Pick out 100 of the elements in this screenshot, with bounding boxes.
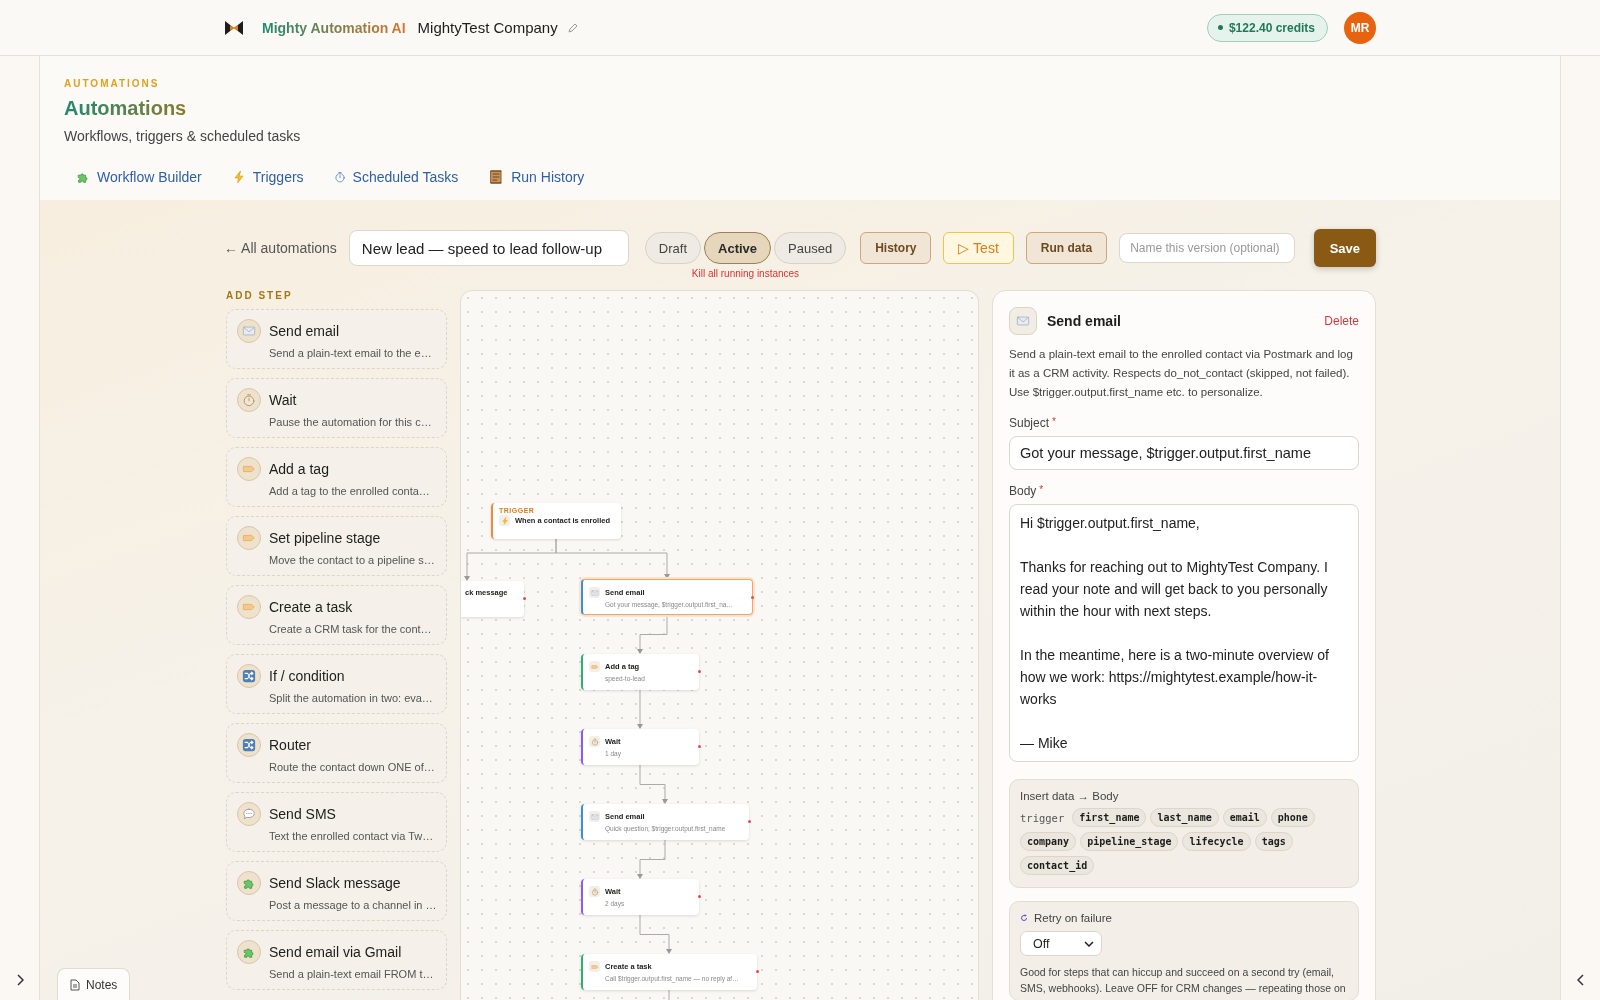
step-description: Pause the automation for this c… bbox=[269, 416, 433, 428]
back-link[interactable]: ← All automations bbox=[224, 240, 337, 256]
port-dot[interactable] bbox=[756, 970, 759, 973]
refresh-icon bbox=[1020, 914, 1028, 922]
port-dot[interactable] bbox=[698, 745, 701, 748]
step-title: Add a tag bbox=[269, 461, 330, 477]
step-card[interactable]: Send email via Gmail Send a plain-text email FROM t… bbox=[226, 930, 447, 990]
step-description: Send a plain-text email FROM t… bbox=[269, 968, 435, 980]
port-dot[interactable] bbox=[698, 670, 701, 673]
step-card[interactable]: Set pipeline stage Move the contact to a pipeline s… bbox=[226, 516, 447, 576]
step-card[interactable]: Add a tag Add a tag to the enrolled conta… bbox=[226, 447, 447, 507]
connector-arrow bbox=[639, 764, 668, 804]
port-dot[interactable] bbox=[748, 820, 751, 823]
step-description: Create a CRM task for the cont… bbox=[269, 623, 433, 635]
puzzle-icon bbox=[237, 940, 261, 964]
required-mark: * bbox=[1039, 484, 1044, 497]
required-mark: * bbox=[1052, 416, 1056, 429]
variable-chip[interactable]: phone bbox=[1270, 808, 1315, 827]
toolbar-button[interactable]: History bbox=[860, 232, 932, 264]
step-card[interactable]: Send SMS Text the enrolled contact via Tw… bbox=[226, 792, 447, 852]
variable-chip[interactable]: first_name bbox=[1072, 808, 1147, 827]
stopwatch-icon bbox=[589, 736, 600, 747]
step-card[interactable]: Create a task Create a CRM task for the cont… bbox=[226, 585, 447, 645]
port-dot[interactable] bbox=[523, 597, 526, 600]
field-label: Subject bbox=[1009, 416, 1050, 430]
add-step-heading: ADD STEP bbox=[226, 290, 294, 301]
status-toggle[interactable]: Active bbox=[704, 232, 772, 264]
pencil-icon[interactable] bbox=[567, 22, 578, 33]
connector-arrow bbox=[639, 914, 672, 954]
step-description: Split the automation in two: eva… bbox=[269, 692, 434, 704]
chevron-down-icon bbox=[1084, 940, 1094, 947]
chevron-right-icon[interactable] bbox=[15, 974, 24, 986]
step-card[interactable]: Router Route the contact down ONE of… bbox=[226, 723, 447, 783]
app-name[interactable]: Mighty Automation AI bbox=[262, 19, 406, 36]
status-toggle[interactable]: Draft bbox=[644, 232, 701, 264]
retry-select[interactable]: Off bbox=[1020, 931, 1102, 956]
shuffle-icon bbox=[237, 733, 261, 757]
step-description: Add a tag to the enrolled conta… bbox=[269, 485, 431, 497]
envelope-icon bbox=[1009, 307, 1037, 335]
variable-chip[interactable]: contact_id bbox=[1020, 856, 1095, 875]
tag-icon bbox=[237, 595, 261, 619]
connector-arrow bbox=[637, 689, 643, 729]
version-name-field[interactable]: Name this version (optional) bbox=[1119, 233, 1296, 263]
body-field[interactable]: Hi $trigger.output.first_name, Thanks for reaching out to MightyTest Company. I read your note and will get back to you personally within the hour with next steps. In the meantime, here is a two-minute overview of how we work: https://mightytest.example/how-it-works — Mike bbox=[1009, 504, 1359, 762]
tag-icon bbox=[237, 526, 261, 550]
toolbar-button[interactable]: Run data bbox=[1025, 232, 1108, 264]
connector-line bbox=[668, 989, 670, 1000]
logo-icon bbox=[224, 19, 244, 36]
field-label: Body bbox=[1009, 484, 1037, 498]
variable-chip[interactable]: tags bbox=[1254, 832, 1293, 851]
tab[interactable]: Run History bbox=[488, 169, 585, 185]
variable-chip[interactable]: company bbox=[1020, 832, 1077, 851]
connector-arrow bbox=[637, 839, 666, 879]
step-card[interactable]: Wait Pause the automation for this c… bbox=[226, 378, 447, 438]
section-eyebrow: AUTOMATIONS bbox=[64, 78, 161, 89]
tab[interactable]: Triggers bbox=[231, 169, 304, 185]
chevron-left-icon[interactable] bbox=[1576, 974, 1585, 986]
subject-field[interactable]: Got your message, $trigger.output.first_name bbox=[1009, 436, 1359, 470]
source-label: trigger bbox=[1020, 811, 1065, 824]
stopwatch-icon bbox=[237, 388, 261, 412]
status-toggle[interactable]: Paused bbox=[774, 232, 847, 264]
stopwatch-icon bbox=[589, 886, 600, 897]
puzzle-icon bbox=[237, 871, 261, 895]
port-dot[interactable] bbox=[698, 895, 701, 898]
step-card[interactable]: Send email Send a plain-text email to the e… bbox=[226, 309, 447, 369]
tab[interactable]: Workflow Builder bbox=[76, 169, 202, 185]
step-description: Post a message to a channel in … bbox=[269, 899, 437, 911]
variable-chip[interactable]: lifecycle bbox=[1182, 832, 1251, 851]
lightning-icon bbox=[499, 515, 510, 526]
envelope-icon bbox=[589, 587, 600, 598]
step-description: Text the enrolled contact via Tw… bbox=[269, 830, 435, 842]
variable-chip[interactable]: last_name bbox=[1150, 808, 1219, 827]
step-title: Router bbox=[269, 737, 313, 753]
port-dot[interactable] bbox=[751, 596, 754, 599]
step-title: Create a task bbox=[269, 599, 354, 615]
insert-data-title: Insert data → Body bbox=[1020, 790, 1120, 802]
automation-name-field[interactable]: New lead — speed to lead follow-up bbox=[348, 230, 629, 266]
step-title: Wait bbox=[269, 392, 298, 408]
credits-badge[interactable]: $122.40 credits bbox=[1206, 13, 1328, 42]
step-title: Send email bbox=[269, 323, 341, 339]
variable-chip[interactable]: pipeline_stage bbox=[1080, 832, 1179, 851]
connector-arrow bbox=[637, 614, 668, 654]
save-button[interactable]: Save bbox=[1313, 229, 1376, 267]
step-description: Send a plain-text email to the e… bbox=[269, 347, 433, 359]
step-card[interactable]: Send Slack message Post a message to a channel in … bbox=[226, 861, 447, 921]
delete-link[interactable]: Delete bbox=[1324, 314, 1359, 328]
tab[interactable]: Scheduled Tasks bbox=[333, 169, 459, 185]
step-title: Send email via Gmail bbox=[269, 944, 403, 960]
step-title: Set pipeline stage bbox=[269, 530, 382, 546]
variable-chip[interactable]: email bbox=[1222, 808, 1267, 827]
step-card[interactable]: If / condition Split the automation in two: eva… bbox=[226, 654, 447, 714]
workspace-name: MightyTest Company bbox=[417, 19, 558, 36]
puzzle-icon bbox=[76, 170, 90, 184]
panel-title: Send email bbox=[1047, 313, 1122, 329]
scroll-icon bbox=[488, 169, 505, 185]
document-icon bbox=[70, 978, 80, 991]
page-subtitle: Workflows, triggers & scheduled tasks bbox=[64, 128, 302, 144]
notes-button[interactable]: Notes bbox=[57, 968, 131, 1000]
step-title: Send SMS bbox=[269, 806, 337, 822]
tag-icon bbox=[237, 457, 261, 481]
